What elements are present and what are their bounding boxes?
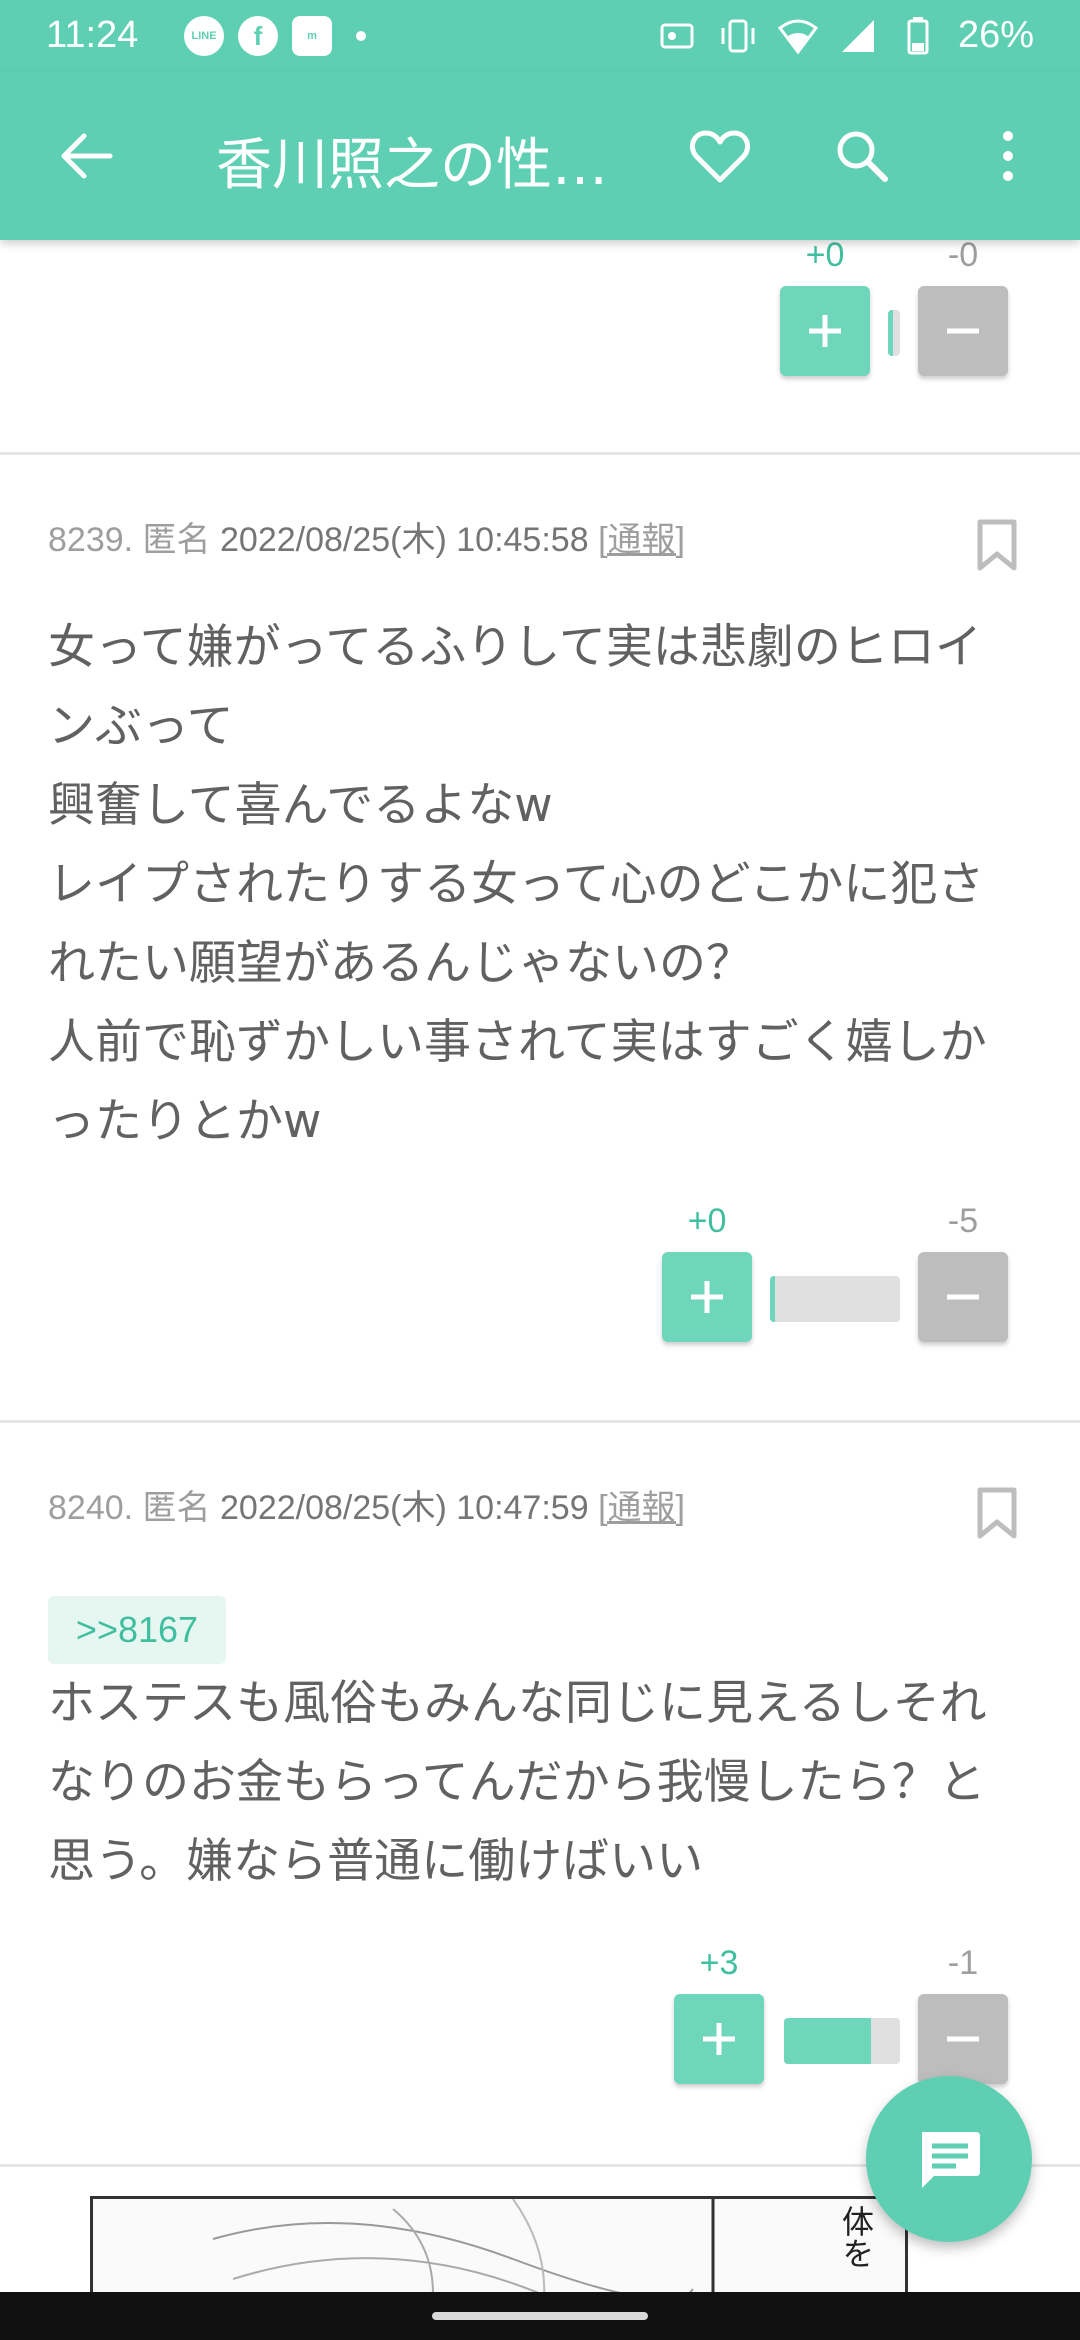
- battery-percent: 26%: [957, 14, 1034, 56]
- vote-minus-count: -0: [947, 236, 979, 274]
- vote-ratio-bar: [784, 2018, 900, 2064]
- vote-ratio-fill: [770, 1276, 775, 1322]
- divider: [0, 452, 1080, 455]
- vote-plus-count: +0: [687, 1202, 727, 1240]
- comment-number: 8239.: [48, 521, 134, 559]
- nfc-icon: [658, 16, 698, 56]
- image-caption: 体を: [837, 2205, 875, 2269]
- vote-minus-count: -5: [947, 1202, 979, 1240]
- search-button[interactable]: [826, 120, 898, 192]
- battery-icon: [898, 16, 938, 56]
- more-vert-icon: [1003, 131, 1013, 181]
- comment-line: れたい願望があるんじゃないの？: [48, 936, 753, 991]
- status-bar: 11:24 LINE f m 26%: [0, 0, 1080, 72]
- comment-line: ンぶって: [48, 699, 234, 754]
- comment-author: 匿名: [142, 521, 211, 559]
- report-link[interactable]: [通報]: [598, 521, 685, 559]
- minus-icon: [947, 2036, 979, 2042]
- comment-line: 思う。嫌なら普通に働けばいい: [48, 1834, 704, 1889]
- signal-icon: [838, 16, 878, 56]
- arrow-left-icon: [61, 133, 113, 179]
- bookmark-icon[interactable]: [974, 1486, 1020, 1542]
- plus-icon: [703, 2023, 735, 2055]
- vote-minus-count: -1: [947, 1944, 979, 1982]
- downvote-button[interactable]: [918, 1994, 1008, 2084]
- reply-anchor-link[interactable]: >>8167: [48, 1596, 226, 1664]
- comment-date: 2022/08/25(木) 10:45:58: [220, 521, 589, 559]
- favorite-button[interactable]: [684, 120, 756, 192]
- upvote-button[interactable]: [780, 286, 870, 376]
- comment-line: 人前で恥ずかしい事されて実はすごく嬉しか: [48, 1015, 987, 1070]
- vote-widget: +3 -1: [674, 1944, 1008, 2084]
- compose-comment-button[interactable]: [866, 2076, 1032, 2242]
- comment-line: 女って嫌がってるふりして実は悲劇のヒロイ: [48, 620, 982, 675]
- vote-widget: +0 -0: [680, 236, 1008, 376]
- comment-body: ホステスも風俗もみんな同じに見えるしそれ なりのお金もらってんだから我慢したら？…: [48, 1664, 1028, 1901]
- vote-plus-count: +3: [699, 1944, 739, 1982]
- vote-plus-count: +0: [805, 236, 845, 274]
- wifi-icon: [777, 16, 818, 56]
- heart-icon: [690, 130, 750, 183]
- upvote-button[interactable]: [674, 1994, 764, 2084]
- vote-ratio-fill: [888, 310, 893, 356]
- downvote-button[interactable]: [918, 1252, 1008, 1342]
- more-menu-button[interactable]: [972, 120, 1044, 192]
- system-nav-bar: [0, 2292, 1080, 2340]
- minus-icon: [947, 328, 979, 334]
- status-system-icons: 26%: [658, 14, 1034, 57]
- vote-widget: +0 -5: [662, 1202, 1008, 1342]
- vote-ratio-fill: [784, 2018, 871, 2064]
- home-gesture-handle[interactable]: [432, 2312, 648, 2320]
- comment-number: 8240.: [48, 1489, 134, 1527]
- vote-ratio-bar: [770, 1276, 900, 1322]
- comment-line: 興奮して喜んでるよなw: [48, 778, 553, 833]
- search-icon: [837, 131, 888, 182]
- status-app-icons: LINE f m: [184, 16, 366, 56]
- back-button[interactable]: [52, 122, 120, 190]
- comment-line: レイプされたりする女って心のどこかに犯さ: [48, 857, 985, 912]
- report-link[interactable]: [通報]: [598, 1489, 685, 1527]
- plus-icon: [809, 315, 841, 347]
- comment-date: 2022/08/25(木) 10:47:59: [220, 1489, 589, 1527]
- app-toolbar: 香川照之の性…: [0, 72, 1080, 240]
- divider: [0, 1420, 1080, 1423]
- comment-meta: 8239. 匿名 2022/08/25(木) 10:45:58 [通報]: [48, 512, 685, 561]
- comment-line: なりのお金もらってんだから我慢したら？と: [48, 1755, 986, 1810]
- facebook-icon: f: [238, 16, 278, 56]
- vote-ratio-bar: [888, 310, 900, 356]
- comment-meta: 8240. 匿名 2022/08/25(木) 10:47:59 [通報]: [48, 1480, 685, 1529]
- comment-body: 女って嫌がってるふりして実は悲劇のヒロイ ンぶって 興奮して喜んでるよなw レイ…: [48, 608, 1028, 1161]
- upvote-button[interactable]: [662, 1252, 752, 1342]
- notification-app-icon: m: [292, 16, 332, 56]
- line-icon: LINE: [184, 16, 224, 56]
- status-time: 11:24: [46, 14, 139, 56]
- comment-line: ホステスも風俗もみんな同じに見えるしそれ: [48, 1676, 987, 1731]
- comment-line: ったりとかw: [48, 1094, 322, 1149]
- comment-author: 匿名: [142, 1489, 211, 1527]
- downvote-button[interactable]: [918, 286, 1008, 376]
- vibrate-icon: [718, 16, 758, 56]
- chat-icon: [922, 2132, 980, 2188]
- page-title: 香川照之の性…: [216, 133, 608, 198]
- minus-icon: [947, 1294, 979, 1300]
- plus-icon: [691, 1281, 723, 1313]
- bookmark-icon[interactable]: [974, 518, 1020, 574]
- dot-icon: [356, 31, 366, 41]
